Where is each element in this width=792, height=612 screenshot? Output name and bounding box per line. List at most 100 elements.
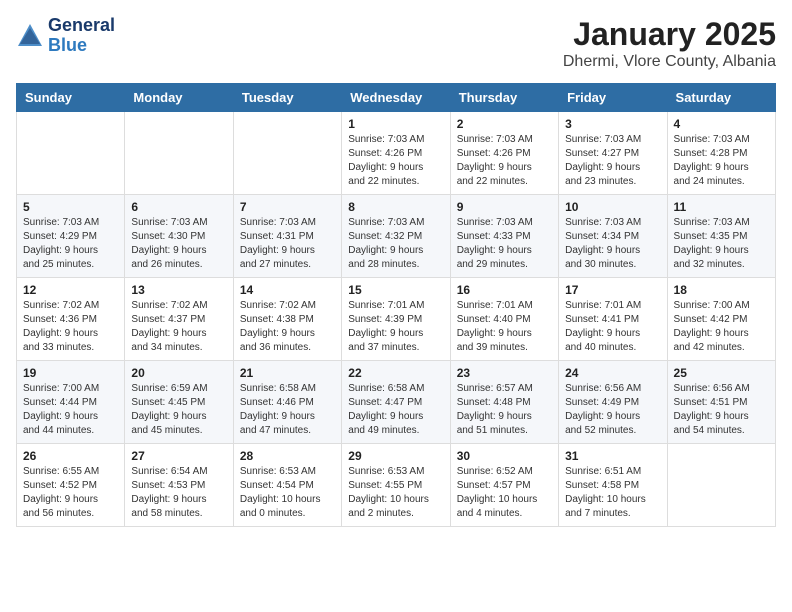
calendar-cell: 16 Sunrise: 7:01 AM Sunset: 4:40 PM Dayli…: [450, 278, 558, 361]
day-info: Sunrise: 7:00 AM Sunset: 4:44 PM Dayligh…: [23, 382, 118, 438]
day-number: 13: [131, 283, 226, 297]
calendar-cell: 1 Sunrise: 7:03 AM Sunset: 4:26 PM Daylig…: [342, 112, 450, 195]
day-number: 27: [131, 449, 226, 463]
day-info: Sunrise: 7:03 AM Sunset: 4:34 PM Dayligh…: [565, 216, 660, 272]
day-number: 25: [674, 366, 769, 380]
day-number: 17: [565, 283, 660, 297]
day-number: 20: [131, 366, 226, 380]
calendar-cell: 26 Sunrise: 6:55 AM Sunset: 4:52 PM Dayli…: [17, 444, 125, 527]
calendar-cell: 18 Sunrise: 7:00 AM Sunset: 4:42 PM Dayli…: [667, 278, 775, 361]
page-subtitle: Dhermi, Vlore County, Albania: [563, 53, 776, 71]
day-info: Sunrise: 6:56 AM Sunset: 4:49 PM Dayligh…: [565, 382, 660, 438]
day-number: 28: [240, 449, 335, 463]
page-title: January 2025: [563, 16, 776, 53]
day-number: 16: [457, 283, 552, 297]
day-of-week-header: Thursday: [450, 84, 558, 112]
logo-text: General Blue: [48, 16, 115, 56]
calendar-week-row: 5 Sunrise: 7:03 AM Sunset: 4:29 PM Daylig…: [17, 195, 776, 278]
day-info: Sunrise: 6:56 AM Sunset: 4:51 PM Dayligh…: [674, 382, 769, 438]
day-number: 21: [240, 366, 335, 380]
day-info: Sunrise: 7:03 AM Sunset: 4:33 PM Dayligh…: [457, 216, 552, 272]
day-of-week-header: Wednesday: [342, 84, 450, 112]
calendar-cell: 20 Sunrise: 6:59 AM Sunset: 4:45 PM Dayli…: [125, 361, 233, 444]
calendar-cell: 28 Sunrise: 6:53 AM Sunset: 4:54 PM Dayli…: [233, 444, 341, 527]
day-number: 10: [565, 200, 660, 214]
day-number: 22: [348, 366, 443, 380]
day-of-week-header: Tuesday: [233, 84, 341, 112]
day-number: 7: [240, 200, 335, 214]
day-info: Sunrise: 7:02 AM Sunset: 4:38 PM Dayligh…: [240, 299, 335, 355]
logo: General Blue: [16, 16, 115, 56]
calendar-cell: 31 Sunrise: 6:51 AM Sunset: 4:58 PM Dayli…: [559, 444, 667, 527]
day-number: 8: [348, 200, 443, 214]
page-header: General Blue January 2025 Dhermi, Vlore …: [16, 16, 776, 71]
calendar-cell: 29Sunrise: 6:53 AM Sunset: 4:55 PM Dayli…: [342, 444, 450, 527]
day-number: 18: [674, 283, 769, 297]
calendar-cell: 9 Sunrise: 7:03 AM Sunset: 4:33 PM Daylig…: [450, 195, 558, 278]
calendar-cell: 19Sunrise: 7:00 AM Sunset: 4:44 PM Dayli…: [17, 361, 125, 444]
day-of-week-header: Saturday: [667, 84, 775, 112]
day-info: Sunrise: 7:03 AM Sunset: 4:27 PM Dayligh…: [565, 133, 660, 189]
day-info: Sunrise: 6:53 AM Sunset: 4:54 PM Dayligh…: [240, 465, 335, 521]
day-number: 4: [674, 117, 769, 131]
day-info: Sunrise: 7:01 AM Sunset: 4:40 PM Dayligh…: [457, 299, 552, 355]
day-info: Sunrise: 6:59 AM Sunset: 4:45 PM Dayligh…: [131, 382, 226, 438]
day-number: 23: [457, 366, 552, 380]
calendar-cell: [233, 112, 341, 195]
day-info: Sunrise: 6:52 AM Sunset: 4:57 PM Dayligh…: [457, 465, 552, 521]
day-number: 30: [457, 449, 552, 463]
day-info: Sunrise: 6:55 AM Sunset: 4:52 PM Dayligh…: [23, 465, 118, 521]
calendar-week-row: 26 Sunrise: 6:55 AM Sunset: 4:52 PM Dayli…: [17, 444, 776, 527]
day-info: Sunrise: 7:03 AM Sunset: 4:30 PM Dayligh…: [131, 216, 226, 272]
day-number: 26: [23, 449, 118, 463]
day-info: Sunrise: 7:02 AM Sunset: 4:36 PM Dayligh…: [23, 299, 118, 355]
day-of-week-header: Friday: [559, 84, 667, 112]
day-number: 24: [565, 366, 660, 380]
calendar-cell: 12 Sunrise: 7:02 AM Sunset: 4:36 PM Dayli…: [17, 278, 125, 361]
day-number: 14: [240, 283, 335, 297]
calendar-cell: 4Sunrise: 7:03 AM Sunset: 4:28 PM Daylig…: [667, 112, 775, 195]
calendar-cell: 14 Sunrise: 7:02 AM Sunset: 4:38 PM Dayli…: [233, 278, 341, 361]
calendar-cell: 22 Sunrise: 6:58 AM Sunset: 4:47 PM Dayli…: [342, 361, 450, 444]
day-info: Sunrise: 7:03 AM Sunset: 4:26 PM Dayligh…: [457, 133, 552, 189]
calendar-cell: 30 Sunrise: 6:52 AM Sunset: 4:57 PM Dayli…: [450, 444, 558, 527]
calendar-week-row: 19Sunrise: 7:00 AM Sunset: 4:44 PM Dayli…: [17, 361, 776, 444]
calendar-cell: 10 Sunrise: 7:03 AM Sunset: 4:34 PM Dayli…: [559, 195, 667, 278]
day-number: 29: [348, 449, 443, 463]
day-info: Sunrise: 7:03 AM Sunset: 4:35 PM Dayligh…: [674, 216, 769, 272]
calendar-week-row: 1 Sunrise: 7:03 AM Sunset: 4:26 PM Daylig…: [17, 112, 776, 195]
day-info: Sunrise: 7:03 AM Sunset: 4:31 PM Dayligh…: [240, 216, 335, 272]
day-info: Sunrise: 7:03 AM Sunset: 4:29 PM Dayligh…: [23, 216, 118, 272]
logo-line1: General: [48, 16, 115, 36]
calendar-header-row: SundayMondayTuesdayWednesdayThursdayFrid…: [17, 84, 776, 112]
logo-icon: [16, 22, 44, 50]
calendar-cell: 8Sunrise: 7:03 AM Sunset: 4:32 PM Daylig…: [342, 195, 450, 278]
day-number: 1: [348, 117, 443, 131]
calendar-cell: 13 Sunrise: 7:02 AM Sunset: 4:37 PM Dayli…: [125, 278, 233, 361]
day-number: 15: [348, 283, 443, 297]
day-number: 5: [23, 200, 118, 214]
calendar-cell: 11 Sunrise: 7:03 AM Sunset: 4:35 PM Dayli…: [667, 195, 775, 278]
calendar-cell: 27 Sunrise: 6:54 AM Sunset: 4:53 PM Dayli…: [125, 444, 233, 527]
day-number: 9: [457, 200, 552, 214]
day-info: Sunrise: 6:51 AM Sunset: 4:58 PM Dayligh…: [565, 465, 660, 521]
day-info: Sunrise: 7:00 AM Sunset: 4:42 PM Dayligh…: [674, 299, 769, 355]
day-info: Sunrise: 6:58 AM Sunset: 4:46 PM Dayligh…: [240, 382, 335, 438]
calendar-cell: 21 Sunrise: 6:58 AM Sunset: 4:46 PM Dayli…: [233, 361, 341, 444]
calendar-week-row: 12 Sunrise: 7:02 AM Sunset: 4:36 PM Dayli…: [17, 278, 776, 361]
calendar-cell: 17Sunrise: 7:01 AM Sunset: 4:41 PM Dayli…: [559, 278, 667, 361]
calendar-table: SundayMondayTuesdayWednesdayThursdayFrid…: [16, 83, 776, 527]
title-block: January 2025 Dhermi, Vlore County, Alban…: [563, 16, 776, 71]
day-of-week-header: Sunday: [17, 84, 125, 112]
day-number: 31: [565, 449, 660, 463]
calendar-cell: [17, 112, 125, 195]
day-number: 11: [674, 200, 769, 214]
day-info: Sunrise: 7:03 AM Sunset: 4:26 PM Dayligh…: [348, 133, 443, 189]
day-info: Sunrise: 6:58 AM Sunset: 4:47 PM Dayligh…: [348, 382, 443, 438]
day-number: 12: [23, 283, 118, 297]
calendar-cell: [667, 444, 775, 527]
calendar-cell: 15Sunrise: 7:01 AM Sunset: 4:39 PM Dayli…: [342, 278, 450, 361]
day-info: Sunrise: 7:02 AM Sunset: 4:37 PM Dayligh…: [131, 299, 226, 355]
day-info: Sunrise: 6:54 AM Sunset: 4:53 PM Dayligh…: [131, 465, 226, 521]
calendar-cell: [125, 112, 233, 195]
